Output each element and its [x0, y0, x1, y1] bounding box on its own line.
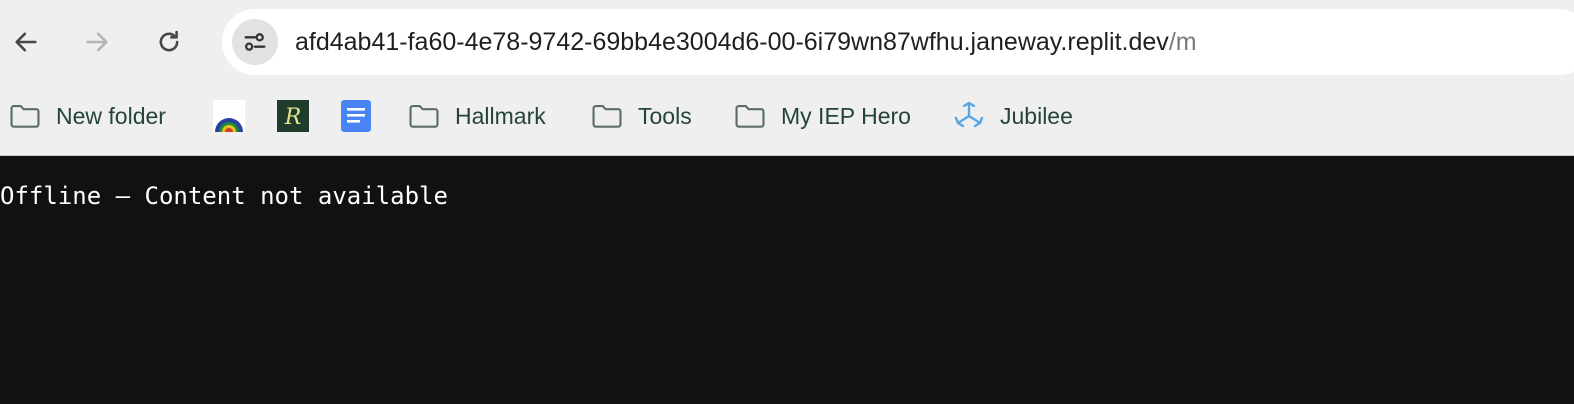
url-path: /m [1168, 28, 1197, 56]
bookmark-rainbow[interactable] [212, 90, 246, 142]
bookmark-tools[interactable]: Tools [590, 90, 692, 142]
forward-button[interactable] [75, 20, 119, 64]
bookmark-my-iep-hero[interactable]: My IEP Hero [733, 90, 911, 142]
bookmark-label: Hallmark [455, 102, 546, 129]
folder-icon [733, 99, 767, 133]
address-bar[interactable]: afd4ab41-fa60-4e78-9742-69bb4e3004d6-00-… [222, 9, 1574, 75]
forward-arrow-icon [86, 32, 108, 52]
browser-toolbar: afd4ab41-fa60-4e78-9742-69bb4e3004d6-00-… [0, 0, 1574, 84]
bookmark-r-logo[interactable]: R [276, 90, 310, 142]
bookmark-new-folder[interactable]: New folder [8, 90, 166, 142]
bookmark-label: New folder [56, 102, 166, 129]
bookmark-label: My IEP Hero [781, 102, 911, 129]
url-host: afd4ab41-fa60-4e78-9742-69bb4e3004d6-00-… [295, 28, 1169, 56]
reload-icon [159, 30, 179, 52]
folder-icon [590, 99, 624, 133]
google-docs-icon [339, 99, 373, 133]
rainbow-icon [212, 99, 246, 133]
bookmarks-bar: New folder R Hallmark Tools My IEP Hero … [0, 90, 1574, 142]
offline-message: Offline – Content not available [0, 182, 448, 210]
folder-icon [407, 99, 441, 133]
browser-chrome: afd4ab41-fa60-4e78-9742-69bb4e3004d6-00-… [0, 0, 1574, 156]
bookmark-label: Tools [638, 102, 692, 129]
reload-button[interactable] [147, 20, 191, 64]
r-logo-icon: R [276, 99, 310, 133]
bookmark-hallmark[interactable]: Hallmark [407, 90, 546, 142]
svg-text:R: R [284, 105, 302, 130]
site-info-button[interactable] [232, 19, 278, 65]
back-arrow-icon [15, 32, 37, 52]
bookmark-jubilee[interactable]: Jubilee [952, 90, 1073, 142]
back-button[interactable] [4, 20, 48, 64]
jubilee-logo-icon [952, 99, 986, 133]
bookmark-label: Jubilee [1000, 102, 1073, 129]
tune-icon [244, 33, 266, 51]
bookmark-google-docs[interactable] [339, 90, 373, 142]
page-content: Offline – Content not available [0, 157, 1574, 404]
folder-icon [8, 99, 42, 133]
url-text[interactable]: afd4ab41-fa60-4e78-9742-69bb4e3004d6-00-… [295, 9, 1197, 75]
